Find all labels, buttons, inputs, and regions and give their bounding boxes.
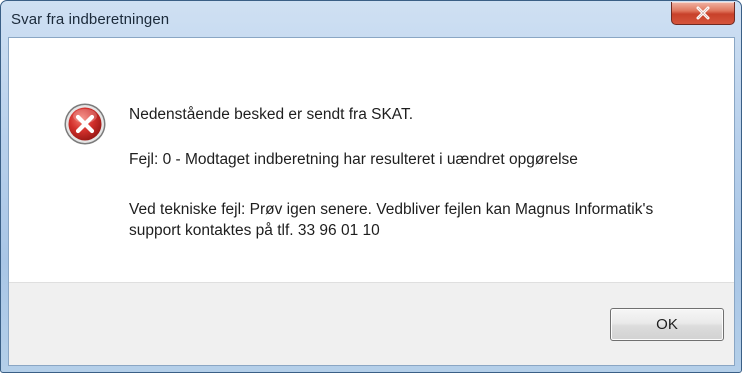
window-title: Svar fra indberetningen [11, 11, 170, 28]
ok-button[interactable]: OK [610, 308, 724, 341]
message-line-2: Fejl: 0 - Modtaget indberetning har resu… [129, 151, 578, 168]
message-area: Nedenstående besked er sendt fra SKAT. F… [9, 38, 734, 283]
message-line-3: Ved tekniske fejl: Prøv igen senere. Ved… [129, 201, 654, 239]
title-bar[interactable]: Svar fra indberetningen [1, 1, 741, 37]
close-icon [696, 6, 710, 20]
close-button[interactable] [671, 2, 735, 25]
error-icon [64, 103, 106, 145]
dialog-client-area: Nedenstående besked er sendt fra SKAT. F… [8, 37, 735, 366]
dialog-window: Svar fra indberetningen Nedenstående bes… [0, 0, 742, 373]
button-footer: OK [9, 282, 734, 365]
message-line-1: Nedenstående besked er sendt fra SKAT. [129, 106, 414, 123]
